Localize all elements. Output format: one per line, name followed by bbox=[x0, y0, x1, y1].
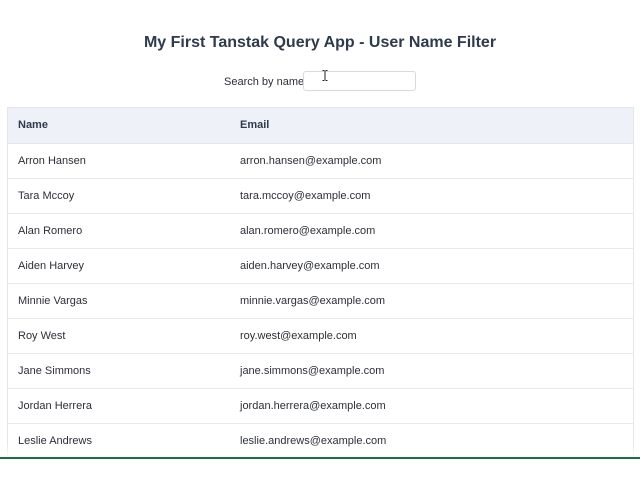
cell-email: minnie.vargas@example.com bbox=[230, 283, 633, 319]
cell-email: alan.romero@example.com bbox=[230, 213, 633, 249]
cell-name: Roy West bbox=[8, 318, 230, 354]
table-header-row: Name Email bbox=[8, 108, 633, 144]
text-cursor-icon bbox=[322, 70, 328, 81]
cell-name: Jane Simmons bbox=[8, 353, 230, 389]
cell-email: aiden.harvey@example.com bbox=[230, 248, 633, 284]
cell-email: arron.hansen@example.com bbox=[230, 143, 633, 179]
users-table-container: Name Email Arron Hansen arron.hansen@exam… bbox=[7, 107, 634, 457]
table-row[interactable]: Leslie Andrews leslie.andrews@example.com bbox=[8, 423, 633, 457]
cell-email: leslie.andrews@example.com bbox=[230, 423, 633, 457]
cell-email: roy.west@example.com bbox=[230, 318, 633, 354]
column-header-email[interactable]: Email bbox=[230, 108, 633, 144]
cell-name: Arron Hansen bbox=[8, 143, 230, 179]
table-row[interactable]: Jane Simmons jane.simmons@example.com bbox=[8, 353, 633, 389]
cell-name: Aiden Harvey bbox=[8, 248, 230, 284]
users-table: Name Email Arron Hansen arron.hansen@exam… bbox=[8, 108, 633, 457]
table-row[interactable]: Minnie Vargas minnie.vargas@example.com bbox=[8, 283, 633, 319]
search-row: Search by name: bbox=[0, 71, 640, 93]
table-row[interactable]: Alan Romero alan.romero@example.com bbox=[8, 213, 633, 249]
page-title: My First Tanstak Query App - User Name F… bbox=[143, 34, 497, 51]
table-row[interactable]: Roy West roy.west@example.com bbox=[8, 318, 633, 354]
cell-name: Leslie Andrews bbox=[8, 423, 230, 457]
cell-email: jordan.herrera@example.com bbox=[230, 388, 633, 424]
table-row[interactable]: Arron Hansen arron.hansen@example.com bbox=[8, 143, 633, 179]
cell-name: Tara Mccoy bbox=[8, 178, 230, 214]
table-row[interactable]: Tara Mccoy tara.mccoy@example.com bbox=[8, 178, 633, 214]
search-input[interactable] bbox=[303, 71, 416, 91]
cell-name: Alan Romero bbox=[8, 213, 230, 249]
table-body: Arron Hansen arron.hansen@example.com Tara… bbox=[8, 143, 633, 457]
bottom-divider bbox=[0, 457, 640, 459]
table-row[interactable]: Jordan Herrera jordan.herrera@example.com bbox=[8, 388, 633, 424]
search-label: Search by name: bbox=[224, 76, 308, 88]
cell-name: Jordan Herrera bbox=[8, 388, 230, 424]
column-header-name[interactable]: Name bbox=[8, 108, 230, 144]
cell-email: tara.mccoy@example.com bbox=[230, 178, 633, 214]
cell-name: Minnie Vargas bbox=[8, 283, 230, 319]
table-row[interactable]: Aiden Harvey aiden.harvey@example.com bbox=[8, 248, 633, 284]
cell-email: jane.simmons@example.com bbox=[230, 353, 633, 389]
table-header: Name Email bbox=[8, 108, 633, 144]
